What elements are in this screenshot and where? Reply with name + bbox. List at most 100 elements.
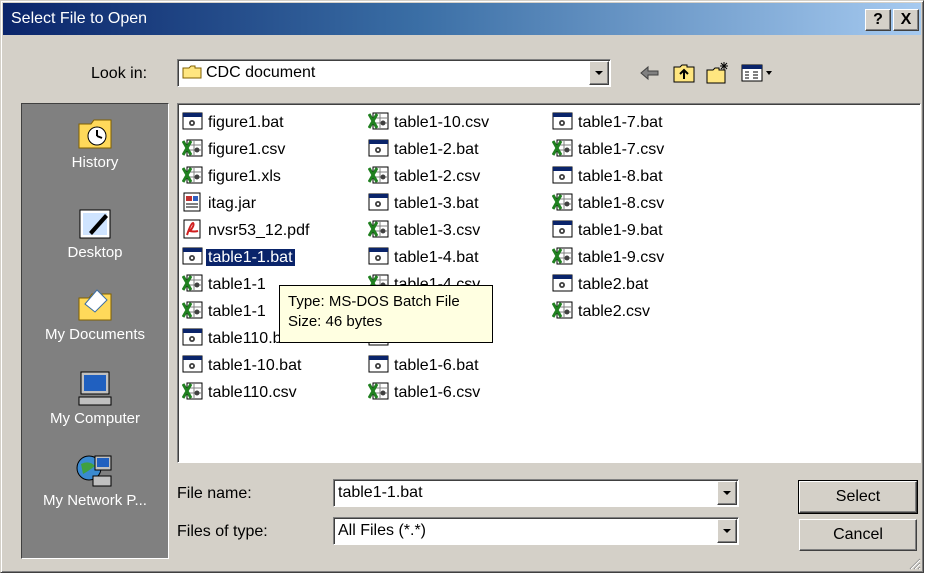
file-item-name: table1-8.bat xyxy=(578,168,663,185)
file-tooltip: Type: MS-DOS Batch File Size: 46 bytes xyxy=(279,285,493,343)
file-item-name: figure1.xls xyxy=(208,168,281,185)
file-item-name: figure1.bat xyxy=(208,114,284,131)
spreadsheet-file-icon xyxy=(368,112,389,130)
file-item[interactable]: figure1.csv xyxy=(182,137,311,164)
place-my-computer[interactable]: My Computer xyxy=(22,370,168,427)
file-item[interactable]: table1-1.bat xyxy=(182,245,311,272)
file-item-name: itag.jar xyxy=(208,195,257,212)
file-item[interactable]: table1-7.bat xyxy=(552,110,666,137)
resize-grip-icon[interactable] xyxy=(907,556,921,570)
file-column-1: figure1.bat figure1.csv figure1.xls itag.ja… xyxy=(182,110,311,407)
place-desktop[interactable]: Desktop xyxy=(22,204,168,261)
place-label: History xyxy=(71,154,119,171)
file-item-name: table1-3.bat xyxy=(394,195,479,212)
spreadsheet-file-icon xyxy=(552,193,573,211)
batch-file-icon xyxy=(182,247,203,265)
file-item[interactable]: table1-8.bat xyxy=(552,164,666,191)
batch-file-icon xyxy=(552,220,573,238)
file-type-label: Files of type: xyxy=(177,523,268,540)
file-item[interactable]: itag.jar xyxy=(182,191,311,218)
pdf-file-icon xyxy=(183,219,201,239)
batch-file-icon xyxy=(552,166,573,184)
look-in-dropdown[interactable]: CDC document xyxy=(177,59,611,87)
file-item[interactable]: table2.csv xyxy=(552,299,666,326)
file-item[interactable]: table1-2.bat xyxy=(368,137,491,164)
file-item[interactable]: table1-7.csv xyxy=(552,137,666,164)
file-item-name: table1-2.bat xyxy=(394,141,479,158)
spreadsheet-file-icon xyxy=(552,301,573,319)
file-item-name: table2.bat xyxy=(578,276,649,293)
place-my-documents[interactable]: My Documents xyxy=(22,286,168,343)
spreadsheet-file-icon xyxy=(182,139,203,157)
file-item-name: table1-2.csv xyxy=(394,168,481,185)
spreadsheet-file-icon xyxy=(182,382,203,400)
up-folder-icon[interactable] xyxy=(671,61,697,85)
select-button[interactable]: Select xyxy=(798,480,918,514)
back-icon[interactable] xyxy=(637,61,663,85)
file-item-name: table1-4.bat xyxy=(394,249,479,266)
file-item-name: table1-10.csv xyxy=(394,114,490,131)
file-item[interactable]: figure1.xls xyxy=(182,164,311,191)
view-menu-icon[interactable] xyxy=(739,61,779,85)
file-item[interactable]: table1-6.bat xyxy=(368,353,491,380)
place-label: Desktop xyxy=(67,244,123,261)
file-name-label: File name: xyxy=(177,485,252,502)
file-item-name: table1-7.csv xyxy=(578,141,665,158)
file-item[interactable]: nvsr53_12.pdf xyxy=(182,218,311,245)
tooltip-size: Size: 46 bytes xyxy=(288,313,383,330)
batch-file-icon xyxy=(182,355,203,373)
file-item[interactable]: table1-3.bat xyxy=(368,191,491,218)
file-item-name: table1-8.csv xyxy=(578,195,665,212)
file-item-name: table1-6.bat xyxy=(394,357,479,374)
look-in-value: CDC document xyxy=(206,64,316,81)
jar-file-icon xyxy=(183,192,201,212)
file-item-name: table1-9.csv xyxy=(578,249,665,266)
file-item[interactable]: table2.bat xyxy=(552,272,666,299)
file-item[interactable]: table1-10.bat xyxy=(182,353,311,380)
spreadsheet-file-icon xyxy=(182,274,203,292)
file-item[interactable]: table1-6.csv xyxy=(368,380,491,407)
file-item[interactable]: table1-4.bat xyxy=(368,245,491,272)
spreadsheet-file-icon xyxy=(182,301,203,319)
cancel-button[interactable]: Cancel xyxy=(799,519,917,551)
file-item-name: table1-6.csv xyxy=(394,384,481,401)
file-item[interactable]: table1-8.csv xyxy=(552,191,666,218)
file-list[interactable]: figure1.bat figure1.csv figure1.xls itag.ja… xyxy=(177,103,921,463)
new-folder-icon[interactable] xyxy=(705,61,731,85)
file-item[interactable]: table1-9.bat xyxy=(552,218,666,245)
places-bar: History Desktop My Documents My Computer… xyxy=(21,103,169,559)
batch-file-icon xyxy=(552,112,573,130)
chevron-down-icon[interactable] xyxy=(717,481,737,505)
chevron-down-icon[interactable] xyxy=(717,519,737,543)
batch-file-icon xyxy=(182,328,203,346)
chevron-down-icon[interactable] xyxy=(589,61,609,85)
place-label: My Computer xyxy=(49,410,141,427)
title-bar[interactable]: Select File to Open ? X xyxy=(3,3,921,35)
file-type-dropdown[interactable]: All Files (*.*) xyxy=(333,517,739,545)
my-computer-icon xyxy=(78,371,112,406)
file-item[interactable]: table1-9.csv xyxy=(552,245,666,272)
file-item[interactable]: table1-2.csv xyxy=(368,164,491,191)
tooltip-type: Type: MS-DOS Batch File xyxy=(288,293,460,310)
file-name-field[interactable]: table1-1.bat xyxy=(333,479,739,507)
spreadsheet-file-icon xyxy=(552,139,573,157)
place-history[interactable]: History xyxy=(22,114,168,171)
window-title: Select File to Open xyxy=(11,10,148,27)
history-icon xyxy=(78,119,112,149)
file-item-name: table1-1.bat xyxy=(205,248,296,267)
place-label: My Documents xyxy=(44,326,146,343)
file-item[interactable]: figure1.bat xyxy=(182,110,311,137)
file-column-3: table1-7.bat table1-7.csv table1-8.bat tabl… xyxy=(552,110,666,326)
file-item-name: nvsr53_12.pdf xyxy=(208,222,310,239)
file-item-name: table1-10.bat xyxy=(208,357,302,374)
batch-file-icon xyxy=(368,139,389,157)
spreadsheet-file-icon xyxy=(368,166,389,184)
file-item[interactable]: table1-3.csv xyxy=(368,218,491,245)
place-network[interactable]: My Network P... xyxy=(22,452,168,509)
batch-file-icon xyxy=(368,247,389,265)
file-item[interactable]: table1-10.csv xyxy=(368,110,491,137)
file-item[interactable]: table110.csv xyxy=(182,380,311,407)
file-item-name: table110.csv xyxy=(208,384,297,401)
help-button[interactable]: ? xyxy=(865,9,891,31)
close-button[interactable]: X xyxy=(893,9,919,31)
